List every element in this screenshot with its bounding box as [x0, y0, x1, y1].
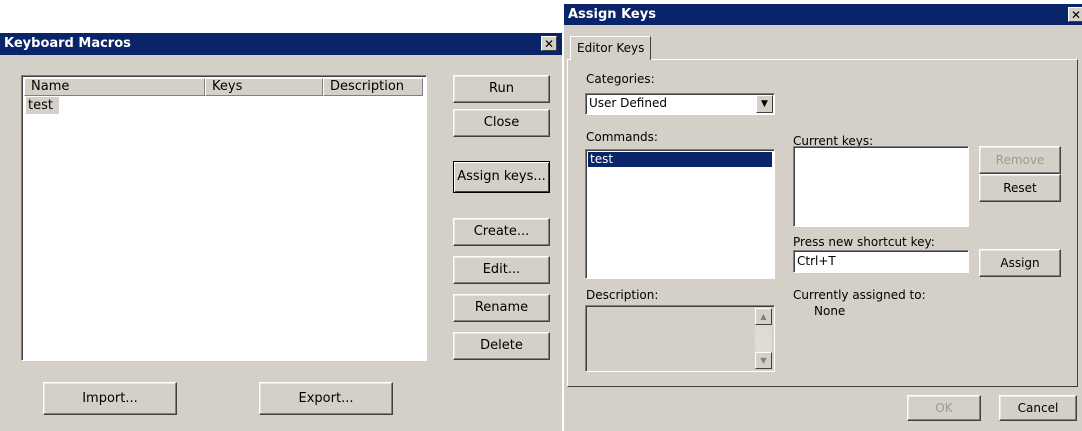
description-box[interactable]: ▲ ▼: [585, 305, 775, 372]
chevron-down-icon[interactable]: ▼: [756, 95, 773, 113]
edit-button[interactable]: Edit...: [453, 256, 550, 284]
close-icon: ✕: [1070, 8, 1082, 22]
keyboard-macros-titlebar: Keyboard Macros ✕: [0, 33, 562, 55]
categories-dropdown[interactable]: User Defined ▼: [585, 93, 775, 115]
commands-label: Commands:: [586, 130, 658, 144]
export-button[interactable]: Export...: [259, 382, 393, 415]
arrow-up-icon[interactable]: ▲: [755, 308, 772, 325]
close-icon: ✕: [543, 37, 555, 51]
column-header-name[interactable]: Name: [24, 78, 205, 96]
column-header-keys[interactable]: Keys: [205, 78, 323, 96]
close-window-button[interactable]: ✕: [541, 36, 557, 51]
category-value: User Defined: [589, 96, 667, 110]
currently-assigned-value: None: [814, 304, 846, 318]
list-item-name: test: [28, 98, 53, 113]
assign-keys-button[interactable]: Assign keys...: [453, 161, 550, 193]
close-button[interactable]: Close: [453, 109, 550, 137]
arrow-down-icon[interactable]: ▼: [755, 352, 772, 369]
currently-assigned-label: Currently assigned to:: [793, 288, 926, 302]
shortcut-value: Ctrl+T: [797, 254, 836, 268]
run-button[interactable]: Run: [453, 75, 550, 103]
cancel-button[interactable]: Cancel: [999, 395, 1077, 421]
window-title: Assign Keys: [568, 7, 656, 22]
column-header-description[interactable]: Description: [323, 78, 423, 96]
commands-list[interactable]: test: [585, 149, 775, 279]
macros-list[interactable]: Name Keys Description test: [21, 75, 427, 361]
assign-keys-titlebar: Assign Keys ✕: [564, 4, 1082, 25]
press-shortcut-label: Press new shortcut key:: [793, 235, 935, 249]
assign-button[interactable]: Assign: [979, 249, 1061, 277]
remove-button[interactable]: Remove: [979, 146, 1061, 174]
description-scrollbar[interactable]: ▲ ▼: [755, 308, 772, 369]
keyboard-macros-window: Keyboard Macros ✕ Name Keys Description …: [0, 33, 562, 431]
reset-button[interactable]: Reset: [979, 174, 1061, 202]
window-title: Keyboard Macros: [4, 36, 131, 51]
description-label: Description:: [586, 288, 659, 302]
list-item[interactable]: test: [26, 97, 59, 114]
current-keys-list[interactable]: [793, 146, 969, 227]
delete-button[interactable]: Delete: [453, 332, 550, 360]
assign-keys-window: Assign Keys ✕ Editor Keys Categories: Us…: [564, 4, 1082, 431]
create-button[interactable]: Create...: [453, 218, 550, 246]
import-button[interactable]: Import...: [43, 382, 177, 415]
shortcut-input[interactable]: Ctrl+T: [793, 250, 969, 273]
categories-label: Categories:: [586, 72, 655, 86]
list-item[interactable]: test: [588, 152, 772, 167]
close-window-button[interactable]: ✕: [1068, 7, 1082, 22]
rename-button[interactable]: Rename: [453, 294, 550, 322]
ok-button[interactable]: OK: [907, 395, 981, 421]
tab-editor-keys[interactable]: Editor Keys: [570, 36, 651, 60]
